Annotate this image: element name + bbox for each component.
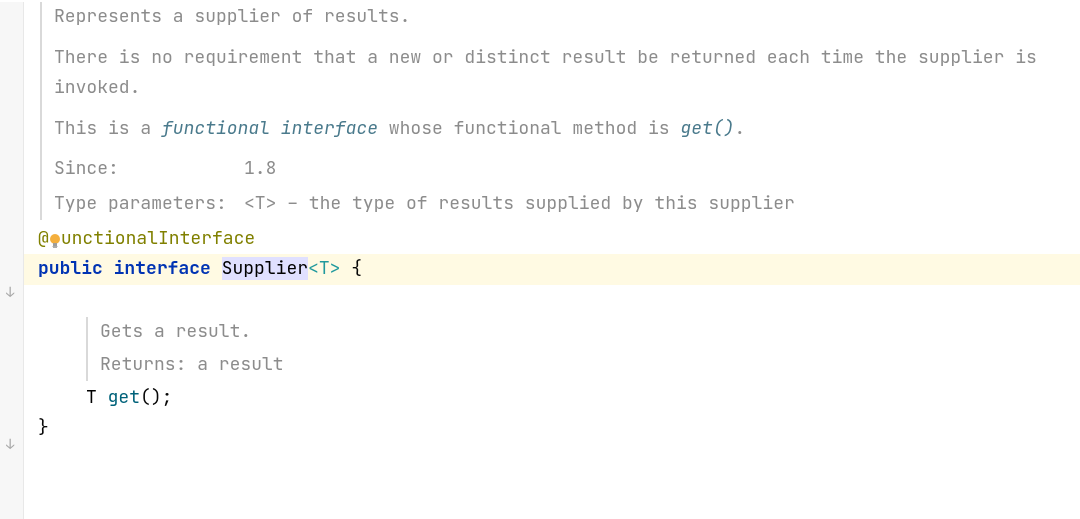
- class-javadoc: Represents a supplier of results. There …: [40, 2, 1080, 220]
- blank-line[interactable]: [38, 285, 1080, 316]
- method-sig-tail: ();: [140, 386, 172, 409]
- javadoc-since-label: Since:: [54, 154, 244, 185]
- annotation-name: unctionalInterface: [61, 227, 255, 250]
- javadoc-typeparam-row: Type parameters: <T> – the type of resul…: [54, 189, 1080, 220]
- javadoc-returns: Returns: a result: [100, 350, 1080, 381]
- editor-content[interactable]: Represents a supplier of results. There …: [24, 2, 1080, 444]
- close-brace-line[interactable]: }: [38, 413, 1080, 444]
- gutter-override-down-icon[interactable]: ↓: [6, 434, 14, 458]
- javadoc-paragraph: There is no requirement that a new or di…: [54, 43, 1080, 104]
- javadoc-since-value: 1.8: [244, 154, 1080, 185]
- javadoc-paragraph: Represents a supplier of results.: [54, 2, 1080, 33]
- generic-param: <T>: [308, 257, 340, 280]
- javadoc-since-row: Since: 1.8: [54, 154, 1080, 185]
- javadoc-paragraph: Gets a result.: [100, 317, 1080, 348]
- javadoc-paragraph: This is a functional interface whose fun…: [54, 114, 1080, 145]
- class-name: Supplier: [222, 257, 308, 280]
- javadoc-typeparam-value: <T> – the type of results supplied by th…: [244, 189, 1080, 220]
- javadoc-link[interactable]: functional interface: [162, 117, 378, 140]
- keyword-public: public: [38, 257, 103, 280]
- open-brace: {: [340, 257, 362, 280]
- keyword-interface: interface: [114, 257, 211, 280]
- javadoc-link[interactable]: get(): [680, 117, 734, 140]
- gutter-override-down-icon[interactable]: ↓: [6, 282, 14, 306]
- javadoc-typeparam-label: Type parameters:: [54, 189, 244, 220]
- method-declaration-line[interactable]: T get();: [38, 383, 1080, 414]
- editor-gutter: ↓ ↓: [0, 2, 24, 519]
- class-declaration-line[interactable]: public interface Supplier<T> {: [24, 254, 1080, 285]
- return-type: T: [86, 386, 97, 409]
- method-javadoc: Gets a result. Returns: a result: [86, 317, 1080, 380]
- annotation-line[interactable]: @unctionalInterface: [38, 224, 1080, 255]
- method-name: get: [108, 386, 140, 409]
